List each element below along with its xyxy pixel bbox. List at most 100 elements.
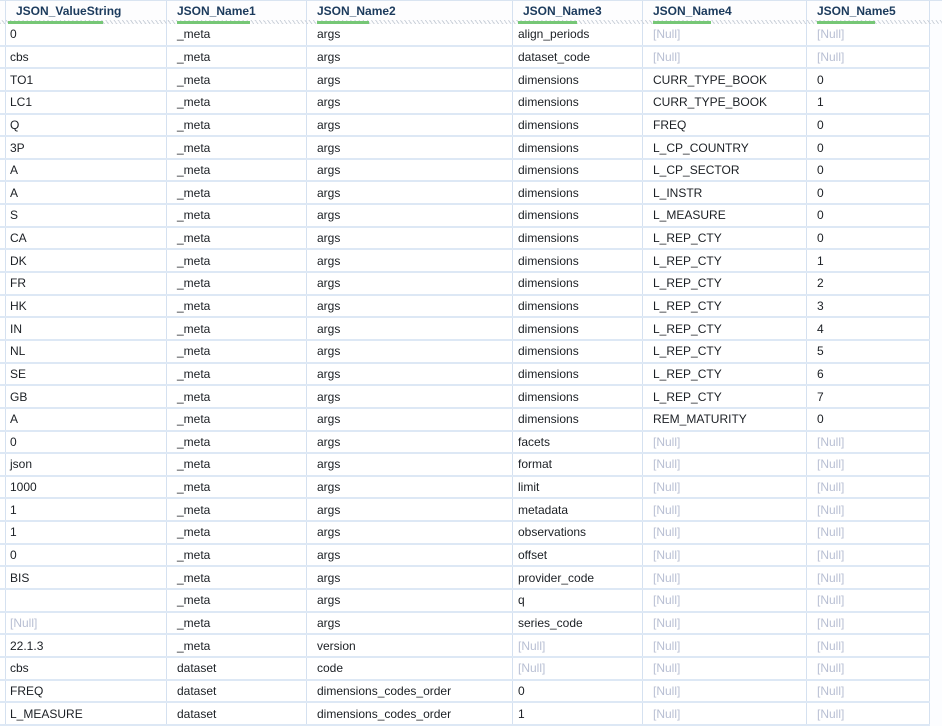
table-row[interactable]: L_MEASURE dataset dimensions_codes_order 1 […: [0, 703, 930, 726]
table-cell[interactable]: 4: [807, 318, 930, 339]
table-cell[interactable]: args: [307, 273, 513, 294]
table-cell[interactable]: L_REP_CTY: [643, 295, 807, 317]
table-cell[interactable]: HK: [6, 295, 167, 317]
table-cell[interactable]: args: [307, 408, 513, 430]
table-cell[interactable]: L_REP_CTY: [643, 363, 807, 385]
table-row[interactable]: A _meta args dimensions L_INSTR 0: [0, 182, 930, 206]
table-cell[interactable]: _meta: [167, 567, 307, 589]
table-cell[interactable]: _meta: [167, 273, 307, 294]
table-cell[interactable]: args: [307, 227, 513, 249]
table-cell[interactable]: [Null]: [643, 612, 807, 634]
table-cell[interactable]: 0: [807, 137, 930, 158]
table-cell[interactable]: L_CP_SECTOR: [643, 159, 807, 181]
table-cell[interactable]: [Null]: [807, 567, 930, 589]
table-cell[interactable]: 1: [513, 703, 643, 724]
table-cell[interactable]: _meta: [167, 250, 307, 272]
table-cell[interactable]: args: [307, 544, 513, 566]
table-cell[interactable]: DK: [6, 250, 167, 272]
table-cell[interactable]: 0: [6, 431, 167, 453]
table-cell[interactable]: L_CP_COUNTRY: [643, 137, 807, 158]
table-cell[interactable]: 6: [807, 363, 930, 385]
table-cell[interactable]: REM_MATURITY: [643, 408, 807, 430]
table-cell[interactable]: SE: [6, 363, 167, 385]
table-cell[interactable]: args: [307, 46, 513, 68]
table-cell[interactable]: L_INSTR: [643, 182, 807, 204]
table-cell[interactable]: 1: [807, 250, 930, 272]
table-cell[interactable]: 1: [807, 91, 930, 113]
table-cell[interactable]: dimensions: [513, 227, 643, 249]
table-cell[interactable]: args: [307, 137, 513, 158]
table-cell[interactable]: BIS: [6, 567, 167, 589]
table-cell[interactable]: _meta: [167, 24, 307, 45]
table-cell[interactable]: dimensions: [513, 91, 643, 113]
table-cell[interactable]: [Null]: [807, 635, 930, 656]
column-header-json-name1[interactable]: JSON_Name1: [167, 1, 307, 24]
column-header-json-valuestring[interactable]: JSON_ValueString: [6, 1, 167, 24]
table-cell[interactable]: L_MEASURE: [643, 205, 807, 226]
table-cell[interactable]: args: [307, 69, 513, 90]
table-cell[interactable]: 0: [807, 408, 930, 430]
table-cell[interactable]: _meta: [167, 363, 307, 385]
table-cell[interactable]: dimensions: [513, 318, 643, 339]
table-cell[interactable]: A: [6, 159, 167, 181]
table-cell[interactable]: metadata: [513, 499, 643, 521]
table-cell[interactable]: _meta: [167, 340, 307, 362]
table-cell[interactable]: cbs: [6, 657, 167, 679]
table-cell[interactable]: _meta: [167, 46, 307, 68]
table-cell[interactable]: 2: [807, 273, 930, 294]
table-cell[interactable]: IN: [6, 318, 167, 339]
table-cell[interactable]: L_MEASURE: [6, 703, 167, 724]
table-cell[interactable]: L_REP_CTY: [643, 340, 807, 362]
table-cell[interactable]: dimensions_codes_order: [307, 680, 513, 702]
table-cell[interactable]: args: [307, 476, 513, 498]
table-cell[interactable]: _meta: [167, 590, 307, 611]
table-cell[interactable]: [Null]: [807, 680, 930, 702]
table-row[interactable]: A _meta args dimensions REM_MATURITY 0: [0, 408, 930, 432]
table-cell[interactable]: 1000: [6, 476, 167, 498]
column-header-json-name4[interactable]: JSON_Name4: [643, 1, 807, 24]
table-cell[interactable]: 0: [807, 114, 930, 136]
table-cell[interactable]: [Null]: [643, 431, 807, 453]
table-cell[interactable]: dataset: [167, 657, 307, 679]
table-cell[interactable]: _meta: [167, 205, 307, 226]
table-cell[interactable]: 1: [6, 522, 167, 543]
table-cell[interactable]: cbs: [6, 46, 167, 68]
table-cell[interactable]: [6, 590, 167, 611]
table-cell[interactable]: args: [307, 340, 513, 362]
table-cell[interactable]: _meta: [167, 454, 307, 475]
table-cell[interactable]: 7: [807, 386, 930, 407]
table-cell[interactable]: _meta: [167, 635, 307, 656]
table-cell[interactable]: Q: [6, 114, 167, 136]
table-cell[interactable]: [Null]: [807, 499, 930, 521]
table-cell[interactable]: _meta: [167, 69, 307, 90]
table-row[interactable]: LC1 _meta args dimensions CURR_TYPE_BOOK 1: [0, 91, 930, 115]
table-cell[interactable]: dimensions: [513, 159, 643, 181]
table-cell[interactable]: 0: [6, 24, 167, 45]
table-cell[interactable]: json: [6, 454, 167, 475]
table-cell[interactable]: [Null]: [513, 635, 643, 656]
table-cell[interactable]: L_REP_CTY: [643, 386, 807, 407]
table-cell[interactable]: 0: [807, 159, 930, 181]
column-header-json-name2[interactable]: JSON_Name2: [307, 1, 513, 24]
table-cell[interactable]: [Null]: [643, 24, 807, 45]
table-cell[interactable]: [Null]: [643, 522, 807, 543]
table-cell[interactable]: FREQ: [6, 680, 167, 702]
table-cell[interactable]: _meta: [167, 137, 307, 158]
table-cell[interactable]: dimensions: [513, 295, 643, 317]
table-cell[interactable]: dimensions: [513, 69, 643, 90]
table-cell[interactable]: align_periods: [513, 24, 643, 45]
table-cell[interactable]: 0: [807, 227, 930, 249]
table-cell[interactable]: q: [513, 590, 643, 611]
table-cell[interactable]: dimensions: [513, 137, 643, 158]
table-cell[interactable]: L_REP_CTY: [643, 250, 807, 272]
table-cell[interactable]: _meta: [167, 408, 307, 430]
table-cell[interactable]: 0: [807, 182, 930, 204]
table-cell[interactable]: [Null]: [643, 590, 807, 611]
table-cell[interactable]: dimensions: [513, 205, 643, 226]
column-header-json-name3[interactable]: JSON_Name3: [513, 1, 643, 24]
table-cell[interactable]: 0: [513, 680, 643, 702]
table-cell[interactable]: observations: [513, 522, 643, 543]
table-cell[interactable]: args: [307, 363, 513, 385]
table-row[interactable]: SE _meta args dimensions L_REP_CTY 6: [0, 363, 930, 387]
table-cell[interactable]: [Null]: [807, 46, 930, 68]
